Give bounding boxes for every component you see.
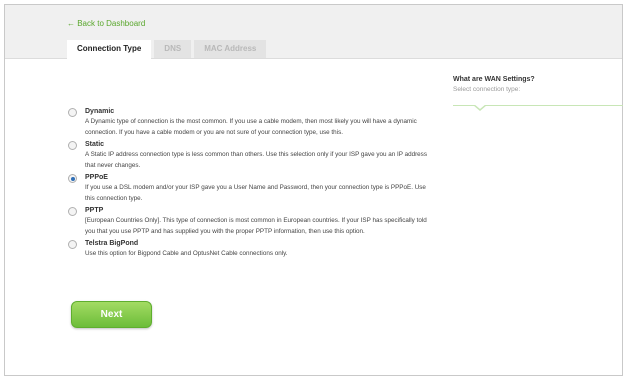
option-title: Static	[85, 141, 105, 148]
radio-telstra-bigpond[interactable]	[68, 240, 77, 249]
next-button[interactable]: Next	[71, 301, 152, 328]
help-divider	[453, 104, 623, 111]
option-description: A Static IP address connection type is l…	[85, 151, 427, 169]
radio-dynamic[interactable]	[68, 108, 77, 117]
option-pppoe[interactable]: PPPoE If you use a DSL modem and/or your…	[67, 173, 432, 204]
help-title: What are WAN Settings?	[453, 76, 535, 83]
tab-mac-address[interactable]: MAC Address	[194, 40, 267, 58]
option-description: Use this option for Bigpond Cable and Op…	[85, 250, 288, 257]
option-description: If you use a DSL modem and/or your ISP g…	[85, 184, 426, 202]
radio-pptp[interactable]	[68, 207, 77, 216]
tab-bar: Connection Type DNS MAC Address	[67, 40, 267, 59]
option-pptp[interactable]: PPTP [European Countries Only]. This typ…	[67, 206, 432, 237]
option-title: PPTP	[85, 207, 104, 214]
radio-pppoe[interactable]	[68, 174, 77, 183]
help-subtitle: Select connection type:	[453, 86, 521, 93]
option-title: Telstra BigPond	[85, 240, 139, 247]
option-static[interactable]: Static A Static IP address connection ty…	[67, 140, 432, 171]
chevron-down-icon	[473, 104, 487, 111]
router-setup-frame: ← Back to Dashboard Connection Type DNS …	[4, 4, 623, 376]
help-panel: What are WAN Settings? Select connection…	[453, 76, 623, 111]
connection-type-options: Dynamic A Dynamic type of connection is …	[67, 107, 432, 262]
back-to-dashboard-link[interactable]: ← Back to Dashboard	[67, 19, 145, 28]
option-title: Dynamic	[85, 108, 115, 115]
option-description: A Dynamic type of connection is the most…	[85, 118, 417, 136]
tab-dns[interactable]: DNS	[154, 40, 192, 58]
option-description: [European Countries Only]. This type of …	[85, 217, 427, 235]
option-telstra-bigpond[interactable]: Telstra BigPond Use this option for Bigp…	[67, 239, 432, 260]
header-bar: ← Back to Dashboard Connection Type DNS …	[5, 5, 622, 59]
radio-static[interactable]	[68, 141, 77, 150]
tab-connection-type[interactable]: Connection Type	[67, 40, 152, 59]
option-title: PPPoE	[85, 174, 108, 181]
option-dynamic[interactable]: Dynamic A Dynamic type of connection is …	[67, 107, 432, 138]
